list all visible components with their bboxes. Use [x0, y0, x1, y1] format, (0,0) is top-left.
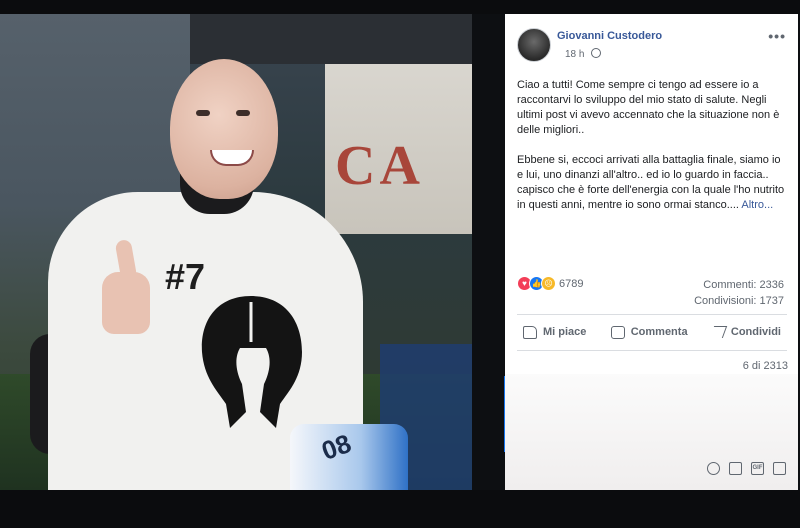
post-stats: Commenti: 2336 Condivisioni: 1737	[694, 277, 784, 309]
more-options-icon[interactable]: •••	[768, 28, 786, 44]
bottom-bar	[0, 490, 800, 528]
comment-label: Commenta	[630, 326, 688, 338]
author-name[interactable]: Giovanni Custodero	[557, 30, 662, 42]
spartan-helmet-icon	[201, 296, 302, 428]
paragraph-1: Ciao a tutti! Come sempre ci tengo ad es…	[517, 79, 780, 136]
emoji-icon[interactable]	[707, 462, 720, 475]
comment-button[interactable]: Commenta	[605, 319, 694, 345]
share-button[interactable]: Condividi	[706, 319, 787, 345]
post-text: Ciao a tutti! Come sempre ci tengo ad es…	[517, 78, 789, 228]
gif-icon[interactable]: GIF	[751, 462, 764, 475]
thumbs-up-icon	[523, 325, 537, 339]
action-bar: Mi piace Commenta Condividi	[517, 319, 787, 345]
shares-count[interactable]: Condivisioni: 1737	[694, 293, 784, 309]
paragraph-2: Ebbene si, eccoci arrivati alla battagli…	[517, 153, 789, 213]
like-button[interactable]: Mi piace	[517, 319, 592, 345]
left-eye	[196, 110, 210, 116]
share-icon	[709, 326, 728, 338]
post-photo[interactable]: CA #7 08	[0, 14, 472, 490]
divider-top	[517, 314, 787, 315]
banner-text: CA	[335, 135, 424, 197]
right-eye	[236, 110, 250, 116]
head	[170, 59, 278, 199]
avatar[interactable]	[517, 28, 551, 62]
divider-bottom	[517, 350, 787, 351]
top-bar	[0, 0, 800, 14]
sad-icon: ☹	[541, 276, 556, 291]
comment-tools: GIF	[707, 462, 786, 475]
photo-stands	[190, 14, 472, 64]
more-link[interactable]: Altro...	[741, 199, 773, 211]
photo-counter: 6 di 2313	[742, 360, 788, 372]
post-meta: 18 h	[565, 48, 602, 60]
post-time[interactable]: 18 h	[565, 49, 584, 60]
share-label: Condividi	[730, 326, 781, 338]
comment-icon	[610, 325, 625, 339]
thumbs-up-hand	[102, 272, 150, 334]
globe-icon	[591, 48, 602, 58]
camera-icon[interactable]	[729, 462, 742, 475]
post-panel: Giovanni Custodero 18 h ••• Ciao a tutti…	[505, 14, 798, 490]
reaction-count: 6789	[559, 277, 584, 290]
comments-count[interactable]: Commenti: 2336	[694, 277, 784, 293]
like-label: Mi piace	[543, 326, 587, 338]
sticker-icon[interactable]	[773, 462, 786, 475]
reactions-summary[interactable]: ♥ 👍 ☹ 6789	[517, 276, 583, 291]
